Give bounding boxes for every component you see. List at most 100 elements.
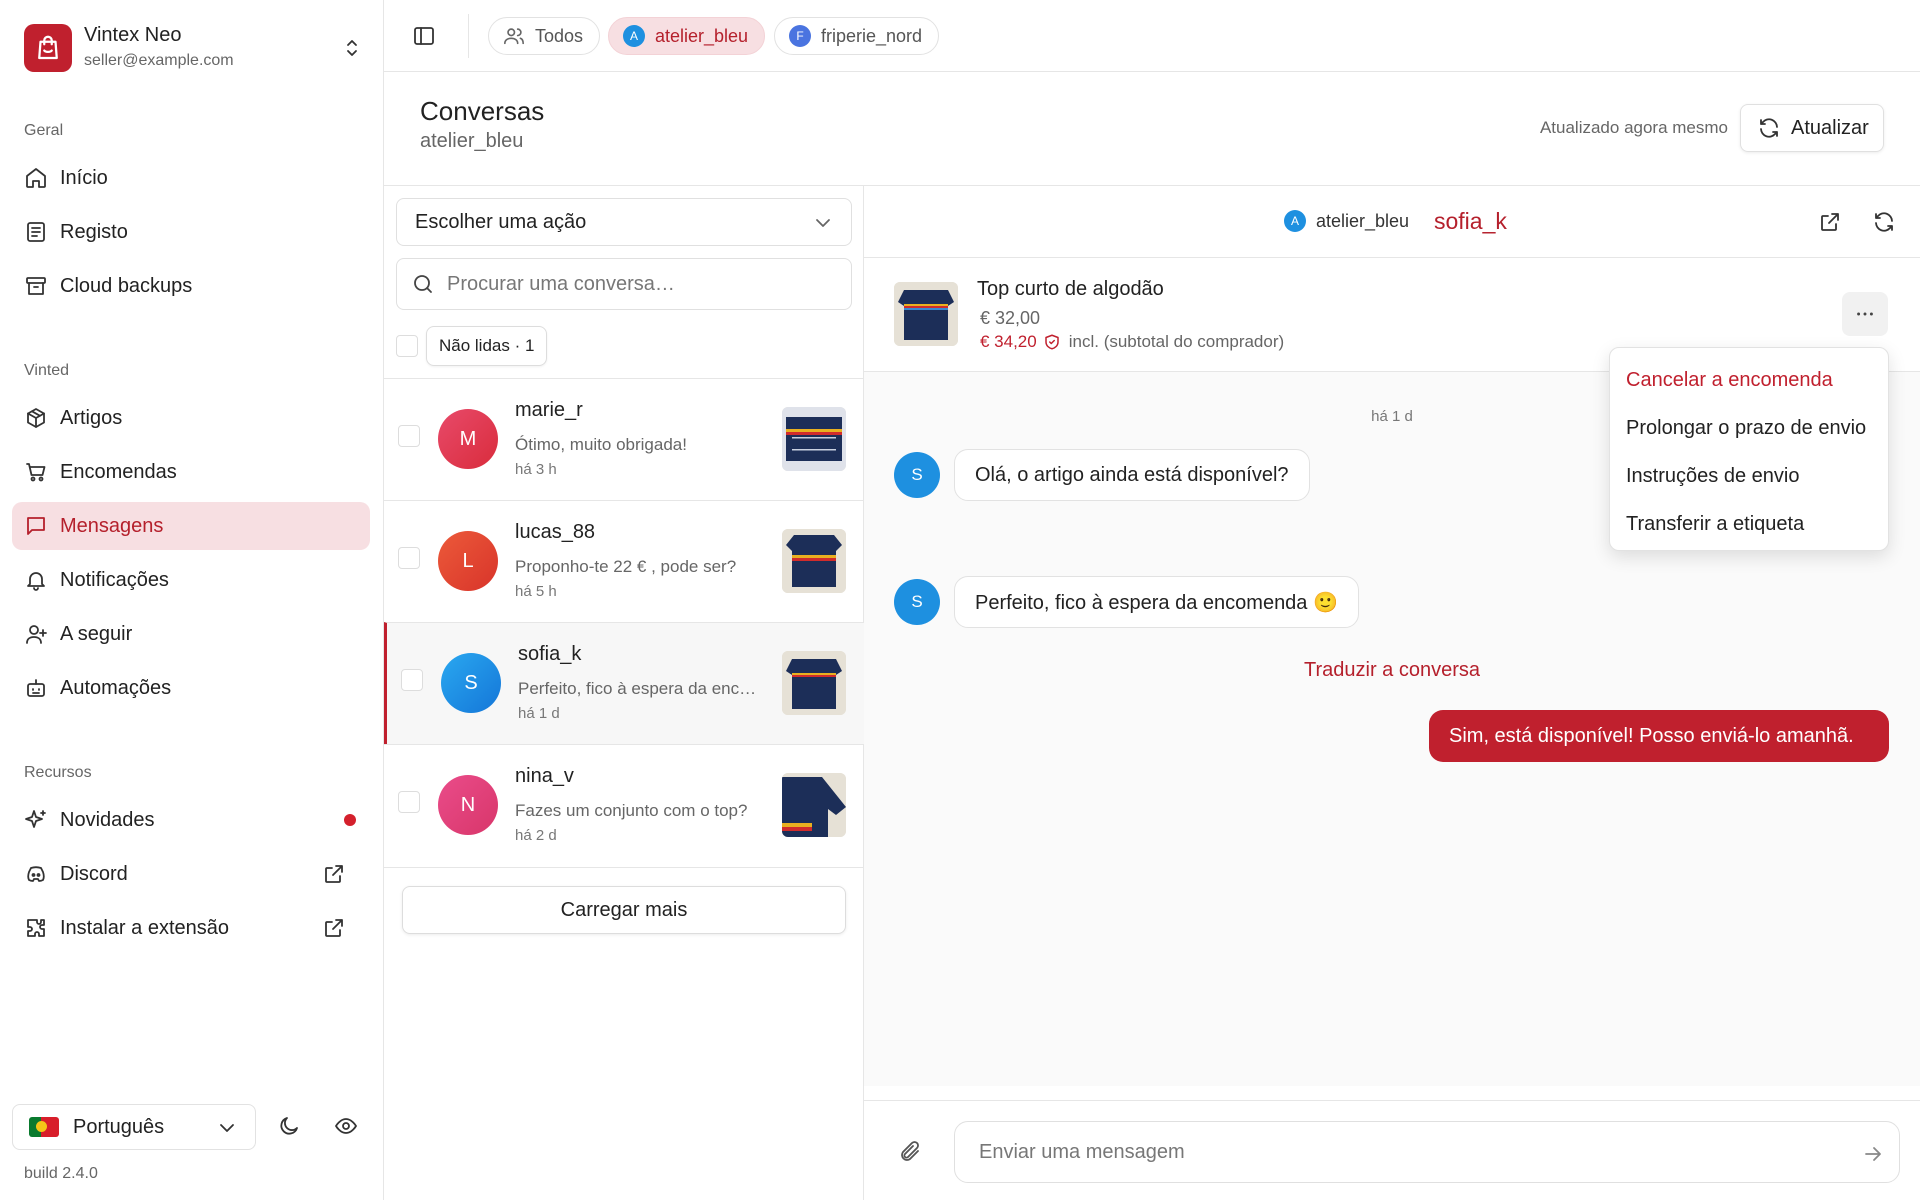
- send-arrow-icon[interactable]: [1861, 1142, 1885, 1166]
- avatar: S: [894, 579, 940, 625]
- account-switcher[interactable]: Vintex Neo seller@example.com: [24, 24, 364, 74]
- conversation-item-nina-v[interactable]: N nina_v Fazes um conjunto com o top? há…: [384, 744, 864, 866]
- bulk-action-select[interactable]: Escolher uma ação: [396, 198, 852, 246]
- portugal-flag-icon: [29, 1117, 59, 1137]
- message-bubble-incoming: Perfeito, fico à espera da encomenda 🙂: [954, 576, 1359, 628]
- sparkles-icon: [25, 810, 46, 828]
- eye-icon[interactable]: [334, 1114, 358, 1138]
- conversation-name: lucas_88: [515, 521, 596, 543]
- filter-chip-friperie-nord[interactable]: F friperie_nord: [774, 17, 940, 55]
- select-all-checkbox[interactable]: [396, 335, 418, 357]
- brand-name: Vintex Neo: [84, 24, 182, 46]
- refresh-icon: [1760, 118, 1778, 138]
- paperclip-icon[interactable]: [898, 1139, 922, 1163]
- sidebar-item-encomendas[interactable]: Encomendas: [12, 448, 370, 496]
- chat-account: A atelier_bleu: [1284, 210, 1409, 232]
- external-link-icon: [325, 865, 343, 883]
- conversation-preview: Proponho-te 22 € , pode ser?: [515, 557, 737, 576]
- menu-item-cancel-order[interactable]: Cancelar a encomenda: [1610, 356, 1888, 404]
- menu-item-shipping-instructions[interactable]: Instruções de envio: [1610, 452, 1888, 500]
- conversation-preview: Perfeito, fico à espera da encomenda 🙂: [518, 679, 758, 698]
- sidebar-item-novidades[interactable]: Novidades: [12, 796, 370, 844]
- conversation-checkbox[interactable]: [398, 547, 420, 569]
- conversation-preview: Fazes um conjunto com o top?: [515, 801, 748, 820]
- conversation-item-marie-r[interactable]: M marie_r Ótimo, muito obrigada! há 3 h: [384, 378, 864, 500]
- sidebar-toggle-icon[interactable]: [412, 24, 436, 48]
- translate-conversation-link[interactable]: Traduzir a conversa: [864, 659, 1920, 682]
- conversation-checkbox[interactable]: [398, 791, 420, 813]
- menu-item-download-label[interactable]: Transferir a etiqueta: [1610, 500, 1888, 548]
- buyer-total-note: incl. (subtotal do comprador): [1068, 332, 1285, 351]
- search-icon: [414, 275, 432, 293]
- account-avatar: A: [1284, 210, 1306, 232]
- sidebar-item-inicio[interactable]: Início: [12, 154, 370, 202]
- conversation-list: Escolher uma ação Não lidas · 1 M marie_…: [384, 186, 864, 1200]
- sidebar-item-registo[interactable]: Registo: [12, 208, 370, 256]
- bot-icon: [27, 679, 45, 697]
- conversation-name: marie_r: [515, 399, 583, 421]
- ellipsis-icon: [1857, 312, 1873, 316]
- conversation-checkbox[interactable]: [401, 669, 423, 691]
- external-link-icon[interactable]: [1818, 210, 1842, 234]
- avatar: L: [438, 531, 498, 591]
- conversation-checkbox[interactable]: [398, 425, 420, 447]
- sidebar-item-label: Automações: [60, 676, 172, 699]
- avatar: M: [438, 409, 498, 469]
- language-select[interactable]: Português: [12, 1104, 256, 1150]
- message-input[interactable]: [979, 1140, 1799, 1164]
- sidebar-item-instalar-extensao[interactable]: Instalar a extensão: [12, 904, 370, 952]
- chat-header: A atelier_bleu sofia_k: [864, 186, 1920, 258]
- load-more-button[interactable]: Carregar mais: [402, 886, 846, 934]
- sidebar-item-discord[interactable]: Discord: [12, 850, 370, 898]
- moon-icon[interactable]: [277, 1114, 301, 1138]
- sidebar-item-label: Início: [60, 166, 108, 189]
- sidebar-item-automacoes[interactable]: Automações: [12, 664, 370, 712]
- sidebar: Vintex Neo seller@example.com Geral Iníc…: [0, 0, 384, 1200]
- conversation-item-sofia-k[interactable]: S sofia_k Perfeito, fico à espera da enc…: [384, 622, 864, 744]
- product-total: € 34,20 incl. (subtotal do comprador): [980, 332, 1284, 352]
- discord-icon: [27, 866, 45, 882]
- menu-item-extend-shipping[interactable]: Prolongar o prazo de envio: [1610, 404, 1888, 452]
- chip-label: Todos: [535, 25, 584, 46]
- product-thumbnail: [894, 282, 958, 346]
- more-actions-button[interactable]: [1842, 292, 1888, 336]
- sidebar-item-a-seguir[interactable]: A seguir: [12, 610, 370, 658]
- product-title: Top curto de algodão: [977, 278, 1164, 300]
- conversation-time: há 2 d: [515, 827, 557, 844]
- chevron-down-icon: [220, 1124, 234, 1132]
- page-subtitle: atelier_bleu: [420, 130, 524, 152]
- unread-filter-chip[interactable]: Não lidas · 1: [426, 326, 548, 366]
- user-plus-icon: [26, 625, 47, 644]
- sidebar-item-artigos[interactable]: Artigos: [12, 394, 370, 442]
- item-thumbnail: [782, 529, 846, 593]
- buyer-name-link[interactable]: sofia_k: [1434, 208, 1507, 235]
- refresh-label: Atualizar: [1791, 116, 1869, 139]
- conversation-name: nina_v: [515, 765, 574, 787]
- conversation-item-lucas-88[interactable]: L lucas_88 Proponho-te 22 € , pode ser? …: [384, 500, 864, 622]
- avatar: S: [441, 653, 501, 713]
- language-label: Português: [73, 1115, 165, 1138]
- avatar: N: [438, 775, 498, 835]
- filter-chip-todos[interactable]: Todos: [488, 17, 601, 55]
- sidebar-item-mensagens[interactable]: Mensagens: [12, 502, 370, 550]
- top-bar: Todos A atelier_bleu F friperie_nord: [384, 0, 1920, 72]
- page-title: Conversas: [420, 96, 545, 126]
- chevron-down-icon: [816, 219, 830, 227]
- divider: [384, 867, 864, 868]
- filter-row: Não lidas · 1: [396, 326, 548, 366]
- refresh-button[interactable]: Atualizar: [1740, 104, 1884, 152]
- sidebar-item-label: Registo: [60, 220, 128, 243]
- sidebar-item-label: Artigos: [60, 406, 123, 429]
- message-bubble-incoming: Olá, o artigo ainda está disponível?: [954, 449, 1310, 501]
- package-icon: [27, 408, 45, 428]
- home-icon: [26, 168, 46, 188]
- filter-chip-atelier-bleu[interactable]: A atelier_bleu: [608, 17, 766, 55]
- bell-icon: [27, 572, 45, 591]
- sidebar-item-cloud-backups[interactable]: Cloud backups: [12, 262, 370, 310]
- search-box: [396, 258, 852, 310]
- conversation-name: sofia_k: [518, 643, 582, 665]
- sidebar-item-notificacoes[interactable]: Notificações: [12, 556, 370, 604]
- cart-icon: [26, 463, 46, 482]
- refresh-icon[interactable]: [1872, 210, 1896, 234]
- search-input[interactable]: [447, 272, 827, 296]
